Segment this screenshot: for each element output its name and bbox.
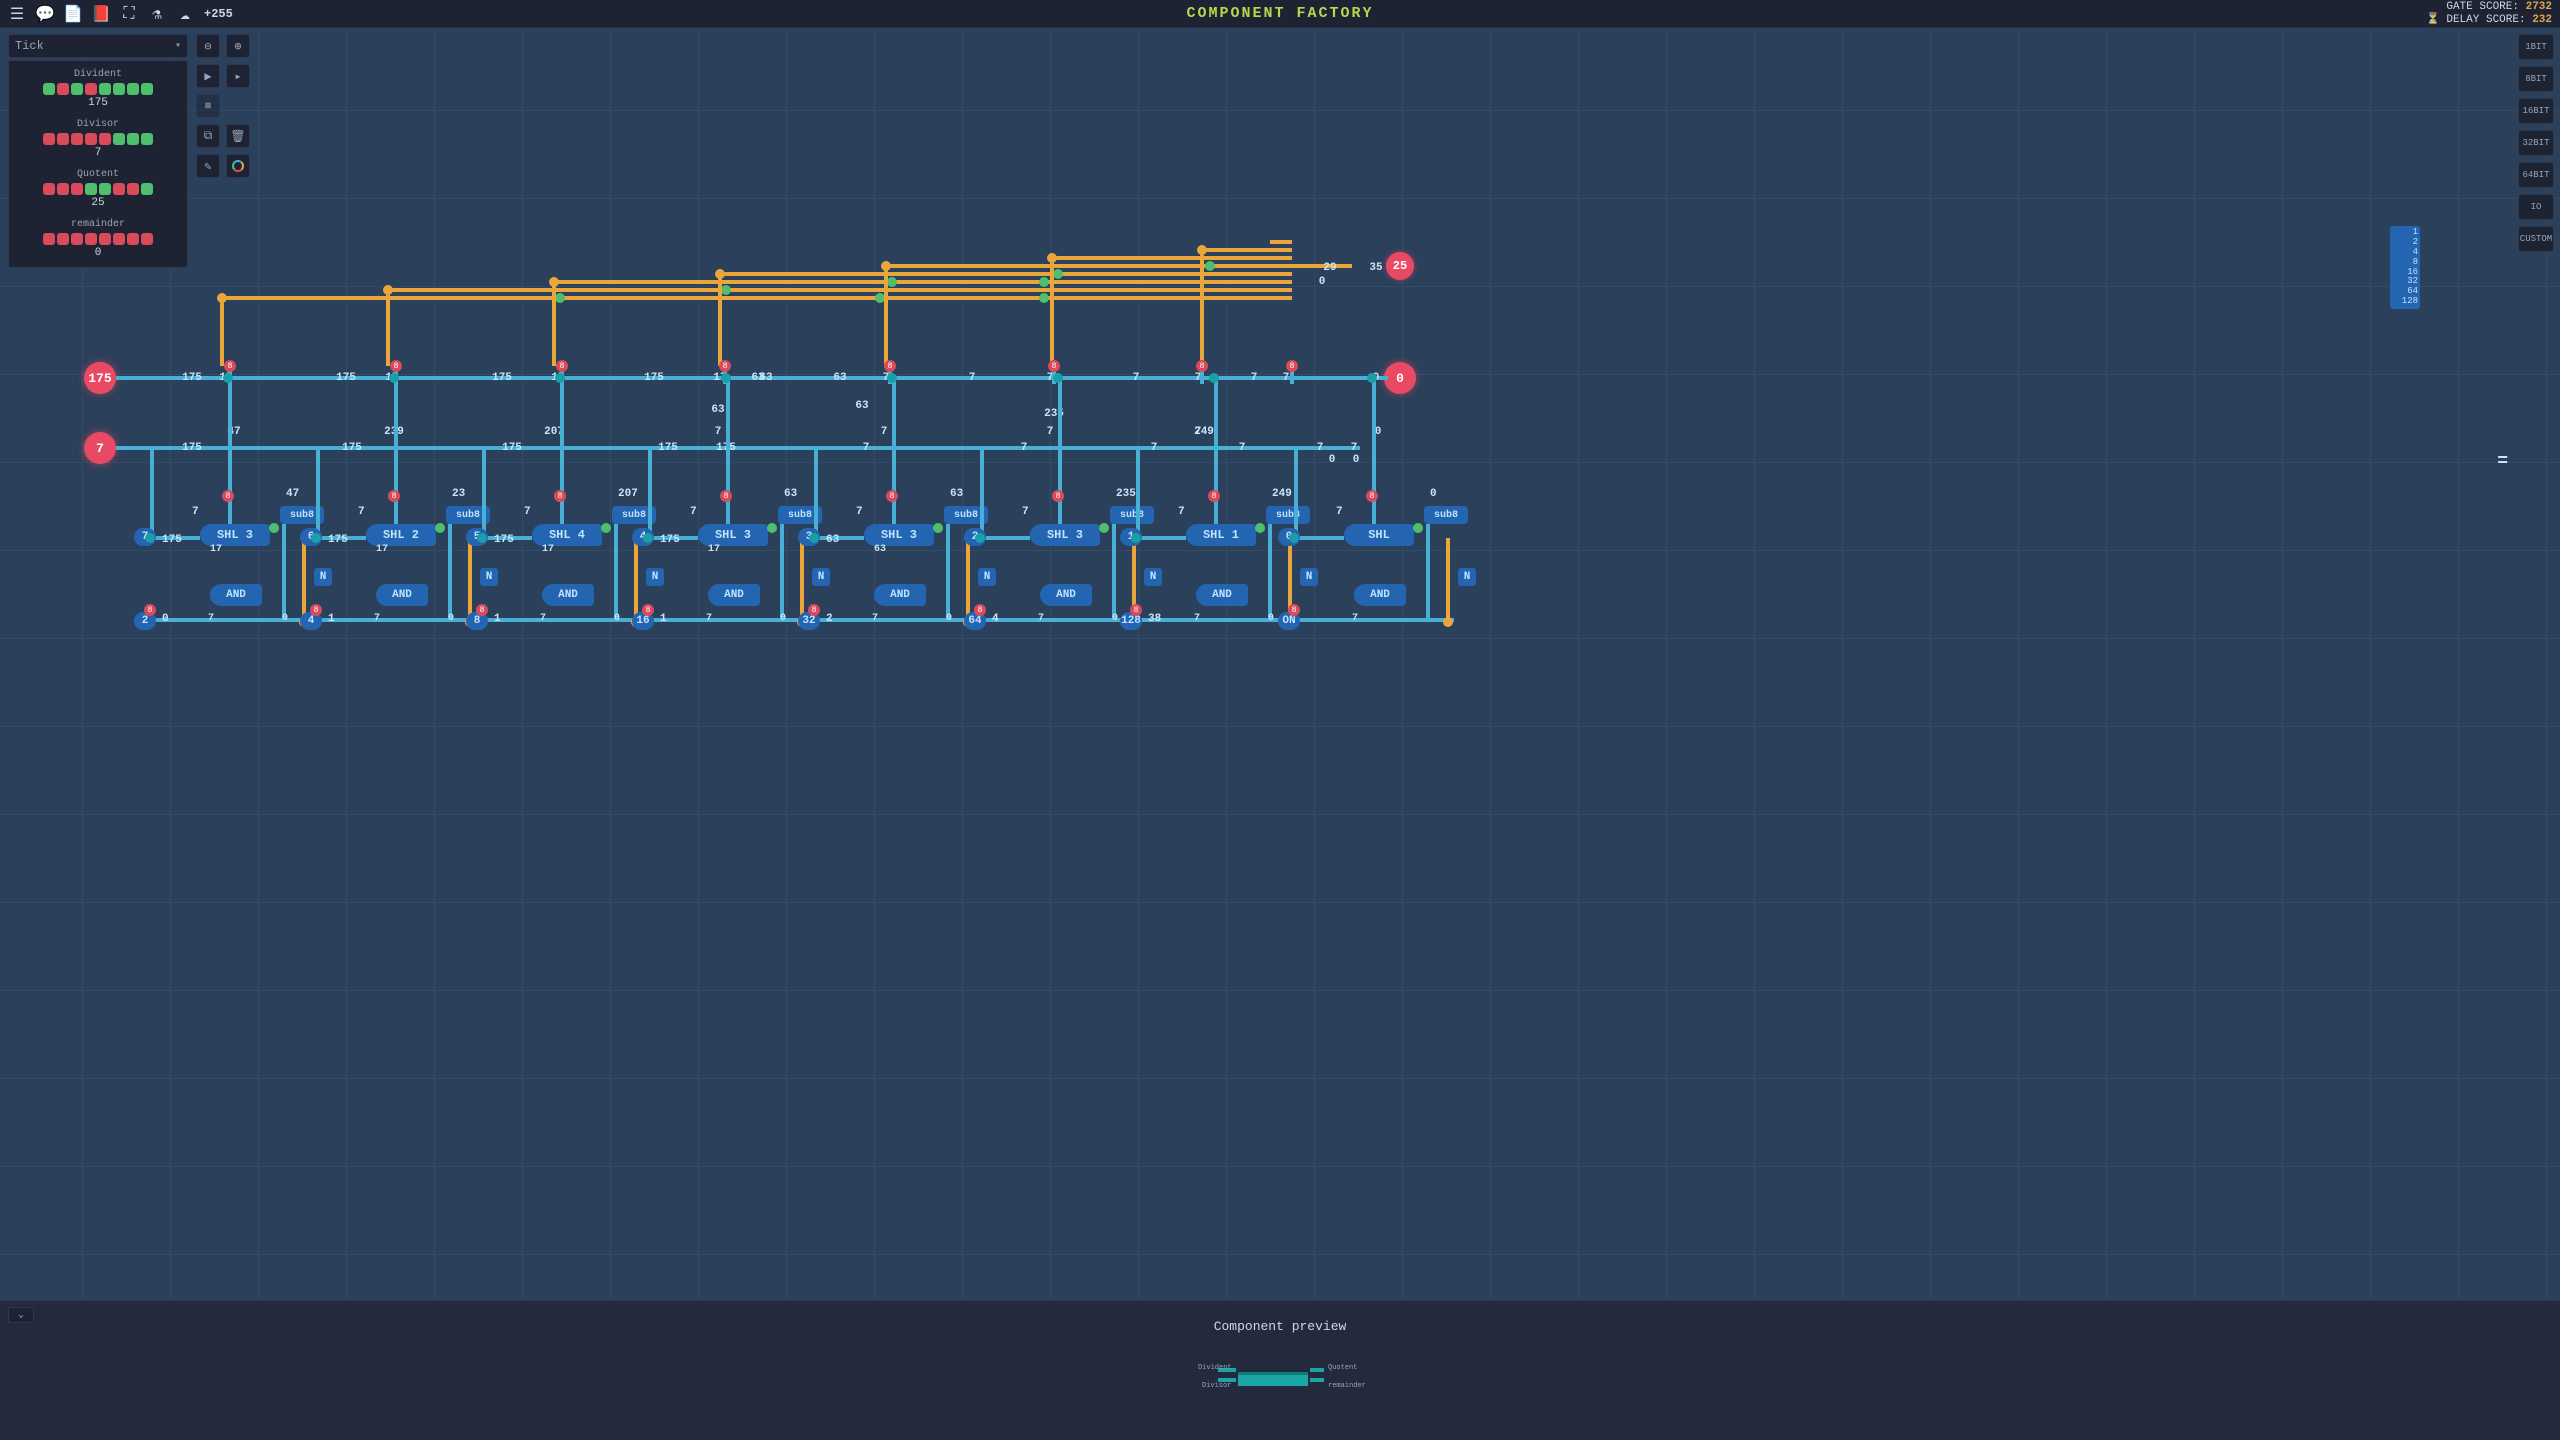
not-gate[interactable]: N (480, 568, 498, 586)
stop-button[interactable]: ■ (196, 94, 220, 118)
input-divisor[interactable]: 7 (84, 432, 116, 464)
output-remainder[interactable]: 0 (1384, 362, 1416, 394)
bit-weights-label: 1248163264128 (2390, 226, 2420, 309)
shl-gate[interactable]: SHL (1344, 524, 1414, 546)
top-bar: ☰ 💬 📄 📕 ⛶ ⚗ ☁ +255 COMPONENT FACTORY GAT… (0, 0, 2560, 28)
file-icon[interactable]: 📄 (64, 5, 82, 23)
flask-icon[interactable]: ⚗ (148, 5, 166, 23)
and-gate[interactable]: AND (708, 584, 760, 606)
shl-gate[interactable]: SHL 3 (200, 524, 270, 546)
input-dividend[interactable]: 175 (84, 362, 116, 394)
edit-button[interactable]: ✎ (196, 154, 220, 178)
cloud-icon[interactable]: ☁ (176, 5, 194, 23)
chat-icon[interactable]: 💬 (36, 5, 54, 23)
step-button[interactable]: ▶ (196, 64, 220, 88)
component-preview-panel: ⌄ Component preview Divident Divisor Quo… (0, 1300, 2560, 1440)
delete-button[interactable]: 🗑 (226, 124, 250, 148)
sub8-gate[interactable]: sub8 (1110, 506, 1154, 524)
shl-gate[interactable]: SHL 3 (864, 524, 934, 546)
not-gate[interactable]: N (1458, 568, 1476, 586)
and-gate[interactable]: AND (542, 584, 594, 606)
preview-title: Component preview (0, 1319, 2560, 1334)
preview-collapse-button[interactable]: ⌄ (8, 1307, 34, 1323)
bit-width-8bit[interactable]: 8BIT (2518, 66, 2554, 92)
and-gate[interactable]: AND (1354, 584, 1406, 606)
wire-value: 35 (1369, 262, 1382, 274)
shl-gate[interactable]: SHL 3 (1030, 524, 1100, 546)
not-gate[interactable]: N (1300, 568, 1318, 586)
value-readout: remainder0 (19, 219, 177, 259)
wire-value: 29 (1323, 262, 1336, 274)
shl-gate[interactable]: SHL 1 (1186, 524, 1256, 546)
play-button[interactable]: ▸ (226, 64, 250, 88)
bit-width-palette: 1BIT 8BIT 16BIT 32BIT 64BIT IO CUSTOM (2518, 34, 2554, 252)
value-readout: Divident175 (19, 69, 177, 109)
and-gate[interactable]: AND (210, 584, 262, 606)
output-quotient[interactable]: 25 (1386, 252, 1414, 280)
equals-icon: = (2497, 452, 2508, 472)
bit-width-64bit[interactable]: 64BIT (2518, 162, 2554, 188)
io-values-panel: Divident175 Divisor7 Quotent25 remainder0 (8, 60, 188, 268)
book-icon[interactable]: 📕 (92, 5, 110, 23)
value-readout: Divisor7 (19, 119, 177, 159)
and-gate[interactable]: AND (874, 584, 926, 606)
zoom-out-button[interactable]: ⊖ (196, 34, 220, 58)
and-gate[interactable]: AND (376, 584, 428, 606)
shl-gate[interactable]: SHL 2 (366, 524, 436, 546)
bit-width-32bit[interactable]: 32BIT (2518, 130, 2554, 156)
not-gate[interactable]: N (314, 568, 332, 586)
chevron-down-icon: ▾ (175, 40, 181, 52)
not-gate[interactable]: N (1144, 568, 1162, 586)
not-gate[interactable]: N (812, 568, 830, 586)
app-title: COMPONENT FACTORY (1186, 5, 1373, 22)
sub8-gate[interactable]: sub8 (1424, 506, 1468, 524)
shl-gate[interactable]: SHL 4 (532, 524, 602, 546)
notify-badge: +255 (204, 7, 233, 21)
and-gate[interactable]: AND (1196, 584, 1248, 606)
not-gate[interactable]: N (646, 568, 664, 586)
score-readout: GATE SCORE: 2732 ⏳ DELAY SCORE: 232 (2426, 1, 2552, 25)
sub8-gate[interactable]: sub8 (1266, 506, 1310, 524)
preview-chip: Divident Divisor Quotent remainder (1200, 1362, 1360, 1388)
and-gate[interactable]: AND (1040, 584, 1092, 606)
color-button[interactable] (226, 154, 250, 178)
shl-gate[interactable]: SHL 3 (698, 524, 768, 546)
tree-icon[interactable]: ⛶ (120, 5, 138, 23)
tool-strip: ⊖ ⊕ ▶ ▸ ■ ⧉ 🗑 ✎ (196, 34, 250, 178)
value-readout: Quotent25 (19, 169, 177, 209)
bit-width-io[interactable]: IO (2518, 194, 2554, 220)
tick-selector[interactable]: Tick ▾ (8, 34, 188, 58)
zoom-in-button[interactable]: ⊕ (226, 34, 250, 58)
not-gate[interactable]: N (978, 568, 996, 586)
bit-width-custom[interactable]: CUSTOM (2518, 226, 2554, 252)
wire-value: 0 (1319, 276, 1326, 288)
bit-width-16bit[interactable]: 16BIT (2518, 98, 2554, 124)
canvas[interactable]: Tick ▾ Divident175 Divisor7 Quotent25 remai… (0, 28, 2560, 1300)
bit-width-1bit[interactable]: 1BIT (2518, 34, 2554, 60)
select-button[interactable]: ⧉ (196, 124, 220, 148)
menu-icon[interactable]: ☰ (8, 5, 26, 23)
